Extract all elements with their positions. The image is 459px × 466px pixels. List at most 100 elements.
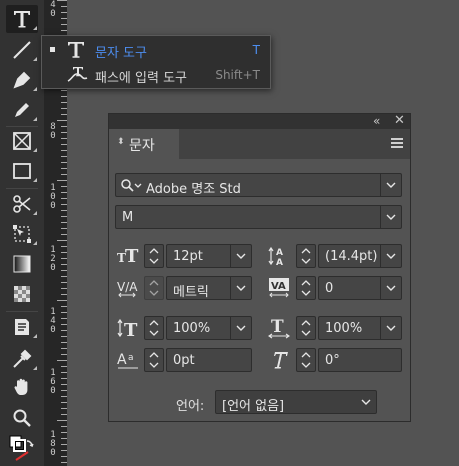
- flyout-item-type-on-path-tool[interactable]: 패스에 입력 도구 Shift+T: [42, 63, 270, 87]
- ruler-tick: [61, 390, 67, 391]
- tracking-field[interactable]: 0: [318, 276, 402, 300]
- svg-text:T: T: [125, 246, 139, 267]
- vertical-scale-field[interactable]: 100%: [166, 316, 252, 340]
- ruler-tick: [61, 144, 67, 145]
- ruler-tick: [61, 108, 67, 109]
- line-tool-button[interactable]: [6, 36, 38, 64]
- pen-icon: [13, 71, 31, 89]
- scissors-tool-button[interactable]: [6, 190, 38, 218]
- vertical-scale-stepper[interactable]: [144, 316, 164, 340]
- font-family-value: Adobe 명조 Std: [146, 182, 241, 197]
- tab-character[interactable]: ⬍ 문자: [109, 129, 179, 159]
- ruler-tick: [61, 150, 67, 151]
- chevron-down-icon[interactable]: [380, 206, 401, 228]
- ruler-tick: [57, 300, 67, 301]
- flyout-item-type-tool[interactable]: 문자 도구 T: [42, 38, 270, 62]
- horizontal-scale-field[interactable]: 100%: [318, 316, 402, 340]
- leading-value: (14.4pt): [325, 249, 378, 264]
- flyout-item-label: 문자 도구: [95, 46, 147, 61]
- ruler-tick: [61, 204, 67, 205]
- ruler-tick: [61, 432, 67, 433]
- font-size-stepper[interactable]: [144, 244, 164, 268]
- ruler-tick: [61, 372, 67, 373]
- font-style-dropdown[interactable]: M: [115, 205, 402, 229]
- leading-stepper[interactable]: [296, 244, 316, 268]
- chevron-down-icon[interactable]: [356, 391, 376, 413]
- eyedropper-tool-button[interactable]: [6, 345, 38, 373]
- ruler-tick: [61, 264, 67, 265]
- baseline-shift-field[interactable]: 0pt: [166, 348, 252, 372]
- ruler-tick: [61, 456, 67, 457]
- hand-tool-button[interactable]: [6, 373, 38, 401]
- vertical-scale-value: 100%: [173, 321, 211, 336]
- skew-value: 0°: [325, 353, 340, 368]
- ruler-tick: [61, 336, 67, 337]
- kerning-dropdown[interactable]: 메트릭: [166, 276, 252, 300]
- ruler-tick: [61, 252, 67, 253]
- note-tool-button[interactable]: [6, 313, 38, 341]
- language-value: [언어 없음]: [222, 399, 285, 414]
- pencil-tool-button[interactable]: [6, 96, 38, 124]
- tracking-stepper[interactable]: [296, 276, 316, 300]
- collapse-panel-icon[interactable]: «: [373, 114, 380, 128]
- chevron-down-icon[interactable]: [380, 277, 401, 299]
- rectangle-frame-tool-button[interactable]: [6, 127, 38, 155]
- language-dropdown[interactable]: [언어 없음]: [215, 390, 377, 414]
- ruler-tick: [61, 306, 67, 307]
- skew-field[interactable]: 0°: [318, 348, 402, 372]
- ruler-tick: [61, 24, 67, 25]
- font-size-field[interactable]: 12pt: [166, 244, 252, 268]
- type-icon: [68, 42, 84, 58]
- ruler-tick: [61, 342, 67, 343]
- svg-text:A: A: [276, 258, 283, 267]
- ruler-tick: [61, 444, 67, 445]
- ruler-tick: [61, 18, 67, 19]
- panel-title-bar[interactable]: « ✕: [109, 114, 410, 129]
- svg-text:VA: VA: [271, 281, 286, 292]
- ruler-tick: [61, 450, 67, 451]
- font-size-icon: TT: [117, 246, 139, 267]
- ruler-tick: [61, 228, 67, 229]
- tools-panel: [0, 0, 45, 466]
- horizontal-scale-stepper[interactable]: [296, 316, 316, 340]
- kerning-stepper[interactable]: [144, 276, 164, 300]
- ruler-label: 1 0 0: [50, 183, 56, 211]
- ruler-tick: [61, 330, 67, 331]
- ruler-tick: [61, 378, 67, 379]
- gradient-swatch-tool-button[interactable]: [6, 250, 38, 278]
- scissors-icon: [13, 195, 31, 213]
- baseline-shift-stepper[interactable]: [144, 348, 164, 372]
- chevron-down-icon[interactable]: [380, 174, 401, 196]
- ruler-label: 1 2 0: [50, 245, 56, 273]
- expand-arrows-icon: ⬍: [117, 137, 125, 147]
- chevron-down-icon[interactable]: [380, 245, 401, 267]
- leading-field[interactable]: (14.4pt): [318, 244, 402, 268]
- font-style-value: M: [122, 210, 134, 225]
- font-family-dropdown[interactable]: Adobe 명조 Std: [115, 173, 402, 197]
- ruler-tick: [61, 198, 67, 199]
- free-transform-tool-button[interactable]: [6, 220, 38, 248]
- ruler-tick: [61, 348, 67, 349]
- ruler-tick: [61, 12, 67, 13]
- chevron-down-icon[interactable]: [230, 277, 251, 299]
- panel-menu-icon[interactable]: [391, 138, 403, 150]
- type-tool-button[interactable]: [6, 5, 38, 33]
- chevron-down-icon[interactable]: [230, 245, 251, 267]
- pen-tool-button[interactable]: [6, 66, 38, 94]
- ruler-tick: [57, 0, 67, 1]
- chevron-down-icon[interactable]: [380, 317, 401, 339]
- panel-tab-bar: ⬍ 문자: [109, 129, 410, 159]
- selected-bullet: [50, 47, 55, 52]
- flyout-item-label: 패스에 입력 도구: [95, 71, 187, 86]
- ruler-tick: [61, 294, 67, 295]
- chevron-down-icon[interactable]: [230, 317, 251, 339]
- skew-stepper[interactable]: [296, 348, 316, 372]
- kerning-icon: V/A: [117, 280, 138, 298]
- zoom-tool-button[interactable]: [6, 404, 38, 432]
- svg-text:a: a: [128, 353, 134, 363]
- rectangle-tool-button[interactable]: [6, 157, 38, 185]
- gradient-feather-tool-button[interactable]: [6, 280, 38, 308]
- close-panel-icon[interactable]: ✕: [394, 114, 405, 128]
- fill-stroke-swatch[interactable]: [6, 434, 38, 462]
- character-panel: « ✕ ⬍ 문자 Adobe 명조 Std M TT 12pt AA (14.4…: [108, 113, 411, 422]
